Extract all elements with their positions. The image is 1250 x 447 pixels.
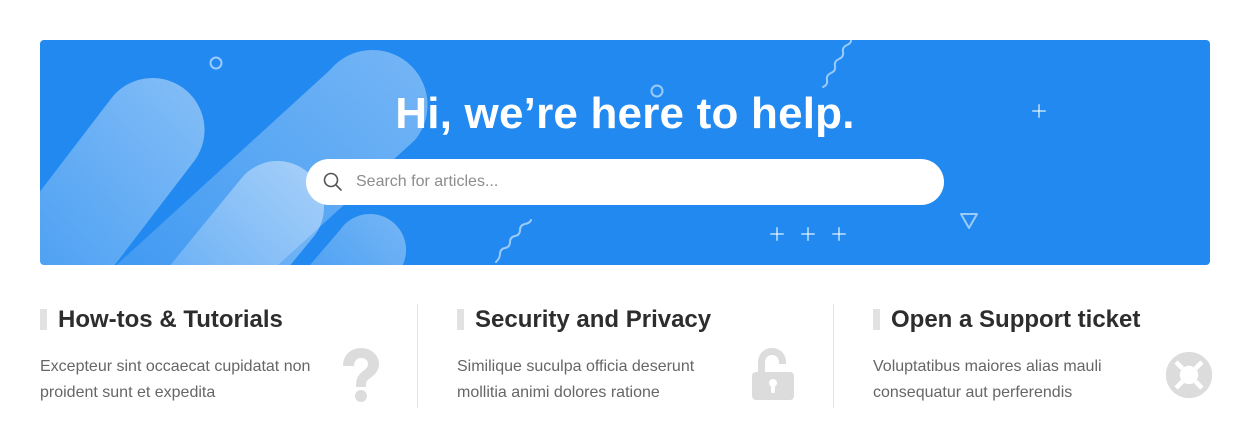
card-title[interactable]: Open a Support ticket xyxy=(873,304,1140,336)
card-description: Excepteur sint occaecat cupidatat non pr… xyxy=(40,358,311,401)
divider xyxy=(417,304,418,408)
card-security[interactable]: Security and Privacy Similique suculpa o… xyxy=(457,304,833,408)
card-title[interactable]: How-tos & Tutorials xyxy=(40,304,283,336)
divider xyxy=(833,304,834,408)
unlocked-padlock-icon xyxy=(752,348,794,400)
lifebuoy-icon xyxy=(1165,351,1213,399)
card-description: Voluptatibus maiores alias mauli consequ… xyxy=(873,358,1102,401)
card-how-tos[interactable]: How-tos & Tutorials Excepteur sint occae… xyxy=(40,304,417,408)
hero-decoration xyxy=(40,40,1046,265)
card-title[interactable]: Security and Privacy xyxy=(457,304,711,336)
search-input[interactable] xyxy=(356,159,916,205)
card-support-ticket[interactable]: Open a Support ticket Voluptatibus maior… xyxy=(873,304,1216,408)
hero-title: Hi, we’re here to help. xyxy=(395,89,855,138)
help-categories: How-tos & Tutorials Excepteur sint occae… xyxy=(40,304,1216,408)
card-description: Similique suculpa officia deserunt molli… xyxy=(457,358,695,401)
question-mark-icon xyxy=(343,348,379,402)
search-icon xyxy=(323,172,342,191)
search-bar[interactable] xyxy=(306,159,944,205)
hero-banner: Hi, we’re here to help. xyxy=(40,40,1210,265)
